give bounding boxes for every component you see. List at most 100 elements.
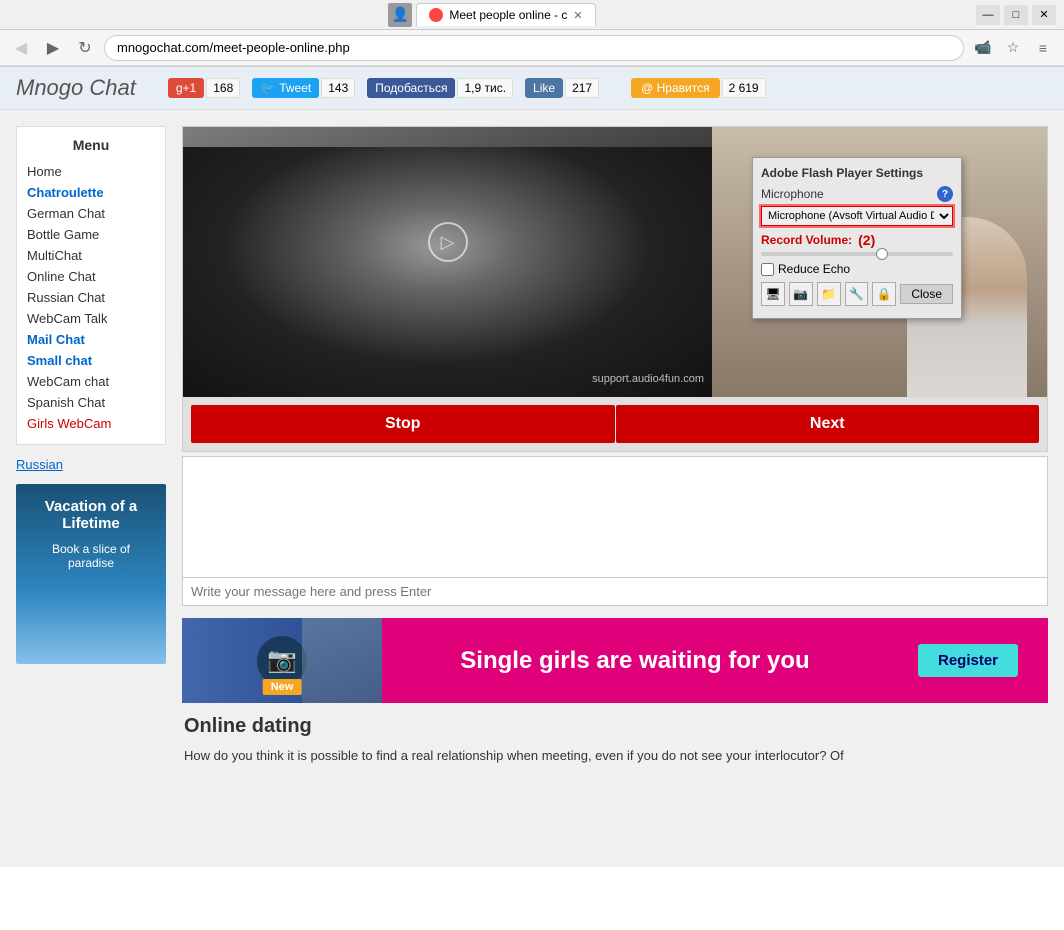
sidebar-item-mail-chat[interactable]: Mail Chat — [27, 329, 155, 350]
register-button[interactable]: Register — [918, 644, 1018, 677]
tab-title: Meet people online - c — [449, 8, 567, 22]
tweet-group: 🐦 Tweet 143 — [252, 78, 355, 98]
flash-reduce-echo-label: Reduce Echo — [778, 262, 850, 276]
flash-slider-thumb[interactable] — [876, 248, 888, 260]
flash-microphone-select[interactable]: Microphone (Avsoft Virtual Audio De▼ — [761, 206, 953, 226]
video-area: ▷ support.audio4fun.com — [182, 126, 1048, 452]
site-header: Mnogo Chat g+1 168 🐦 Tweet 143 Подобасть… — [0, 67, 1064, 110]
fb-count: 1,9 тис. — [457, 78, 513, 98]
minimize-button[interactable]: — — [976, 5, 1000, 25]
sidebar-item-online-chat[interactable]: Online Chat — [27, 266, 155, 287]
site-logo: Mnogo Chat — [16, 75, 136, 101]
nravitsya-group: @ Нравится 2 619 — [631, 78, 766, 98]
tweet-button[interactable]: 🐦 Tweet — [252, 78, 319, 98]
chat-input-bar — [183, 577, 1047, 605]
sidebar-item-spanish-chat[interactable]: Spanish Chat — [27, 392, 155, 413]
vk-button[interactable]: Like — [525, 78, 563, 98]
vk-count: 217 — [565, 78, 599, 98]
vacation-subtitle: Book a slice of paradise — [30, 542, 152, 570]
close-window-button[interactable]: ✕ — [1032, 5, 1056, 25]
flash-microphone-label: Microphone ? — [761, 186, 953, 202]
flash-help-icon[interactable]: ? — [937, 186, 953, 202]
online-dating-section: Online dating How do you think it is pos… — [182, 715, 1048, 766]
vacation-ad[interactable]: Vacation of a Lifetime Book a slice of p… — [16, 484, 166, 664]
fb-label: Подобасться — [375, 81, 447, 95]
play-icon: ▷ — [428, 222, 468, 262]
banner-center: Single girls are waiting for you — [382, 618, 888, 703]
sidebar: Menu Home Chatroulette German Chat Bottl… — [16, 126, 166, 766]
flash-reduce-echo-row: Reduce Echo — [761, 262, 953, 276]
flash-icon-mic[interactable]: 🔧 — [845, 282, 869, 306]
flash-icons-row: 🖥 📷 📁 🔧 🔒 Close — [761, 282, 953, 306]
flash-slider-track[interactable] — [761, 252, 953, 256]
flash-record-number: (2) — [858, 232, 875, 248]
menu-button[interactable]: ≡ — [1030, 35, 1056, 61]
flash-record-label: Record Volume: (2) — [761, 232, 953, 248]
sidebar-item-webcam-chat[interactable]: WebCam chat — [27, 371, 155, 392]
flash-icon-privacy[interactable]: 🔒 — [872, 282, 896, 306]
sidebar-item-russian-chat[interactable]: Russian Chat — [27, 287, 155, 308]
back-button[interactable]: ◀ — [8, 35, 34, 61]
gplus-button[interactable]: g+1 — [168, 78, 204, 98]
lang-link[interactable]: Russian — [16, 457, 63, 472]
tab-favicon — [429, 8, 443, 22]
sidebar-lang: Russian — [16, 457, 166, 472]
reload-button[interactable]: ↻ — [72, 35, 98, 61]
forward-button[interactable]: ▶ — [40, 35, 66, 61]
browser-titlebar: 👤 Meet people online - c ✕ — □ ✕ — [0, 0, 1064, 30]
nravitsya-icon: @ — [641, 81, 653, 95]
chat-area — [182, 456, 1048, 606]
sidebar-item-bottle-game[interactable]: Bottle Game — [27, 224, 155, 245]
flash-icon-display[interactable]: 🖥 — [761, 282, 785, 306]
sidebar-item-chatroulette[interactable]: Chatroulette — [27, 182, 155, 203]
stop-button[interactable]: Stop — [191, 405, 615, 443]
nravitsya-button[interactable]: @ Нравится — [631, 78, 719, 98]
sidebar-menu-box: Menu Home Chatroulette German Chat Bottl… — [16, 126, 166, 445]
video-watermark: support.audio4fun.com — [592, 373, 704, 385]
flash-icon-folder[interactable]: 📁 — [817, 282, 841, 306]
gplus-label: g+1 — [176, 81, 196, 95]
gplus-group: g+1 168 — [168, 78, 240, 98]
tab-close-icon[interactable]: ✕ — [573, 9, 582, 22]
sidebar-item-home[interactable]: Home — [27, 161, 155, 182]
sidebar-item-german-chat[interactable]: German Chat — [27, 203, 155, 224]
sidebar-item-girls-webcam[interactable]: Girls WebCam — [27, 413, 155, 434]
banner-text: Single girls are waiting for you — [460, 647, 809, 675]
browser-chrome: 👤 Meet people online - c ✕ — □ ✕ ◀ ▶ ↻ 📹… — [0, 0, 1064, 67]
video-left-content: ▷ support.audio4fun.com — [183, 127, 712, 397]
main-content: ▷ support.audio4fun.com — [182, 126, 1048, 766]
banner-left: 📷 New — [182, 618, 382, 703]
video-left: ▷ support.audio4fun.com — [183, 127, 712, 397]
nav-icons: 📹 ☆ ≡ — [970, 35, 1056, 61]
flash-dialog-title: Adobe Flash Player Settings — [761, 166, 953, 180]
page-content: Mnogo Chat g+1 168 🐦 Tweet 143 Подобасть… — [0, 67, 1064, 867]
address-bar[interactable] — [104, 35, 964, 61]
online-dating-heading: Online dating — [184, 715, 1046, 738]
tweet-icon: 🐦 — [260, 81, 275, 95]
flash-icon-camera[interactable]: 📷 — [789, 282, 813, 306]
fb-group: Подобасться 1,9 тис. — [367, 78, 513, 98]
next-button[interactable]: Next — [616, 405, 1040, 443]
video-icon-btn[interactable]: 📹 — [970, 35, 996, 61]
main-layout: Menu Home Chatroulette German Chat Bottl… — [0, 110, 1064, 782]
video-right: Adobe Flash Player Settings Microphone ?… — [712, 127, 1047, 397]
sidebar-item-webcam-talk[interactable]: WebCam Talk — [27, 308, 155, 329]
sidebar-item-small-chat[interactable]: Small chat — [27, 350, 155, 371]
window-controls: — □ ✕ — [976, 5, 1056, 25]
fb-button[interactable]: Подобасться — [367, 78, 455, 98]
maximize-button[interactable]: □ — [1004, 5, 1028, 25]
banner-new-badge: New — [263, 679, 302, 695]
nravitsya-label: Нравится — [657, 81, 710, 95]
browser-navbar: ◀ ▶ ↻ 📹 ☆ ≡ — [0, 30, 1064, 66]
vk-group: Like 217 — [525, 78, 599, 98]
bookmark-icon-btn[interactable]: ☆ — [1000, 35, 1026, 61]
chat-input[interactable] — [191, 584, 1039, 599]
sidebar-item-multichat[interactable]: MultiChat — [27, 245, 155, 266]
browser-tab[interactable]: Meet people online - c ✕ — [416, 3, 595, 26]
banner-ad[interactable]: 📷 New Single girls are waiting for you R… — [182, 618, 1048, 703]
sidebar-title: Menu — [27, 137, 155, 153]
vk-label: Like — [533, 81, 555, 95]
flash-close-button[interactable]: Close — [900, 284, 953, 304]
tweet-label: Tweet — [279, 81, 311, 95]
flash-reduce-echo-checkbox[interactable] — [761, 263, 774, 276]
